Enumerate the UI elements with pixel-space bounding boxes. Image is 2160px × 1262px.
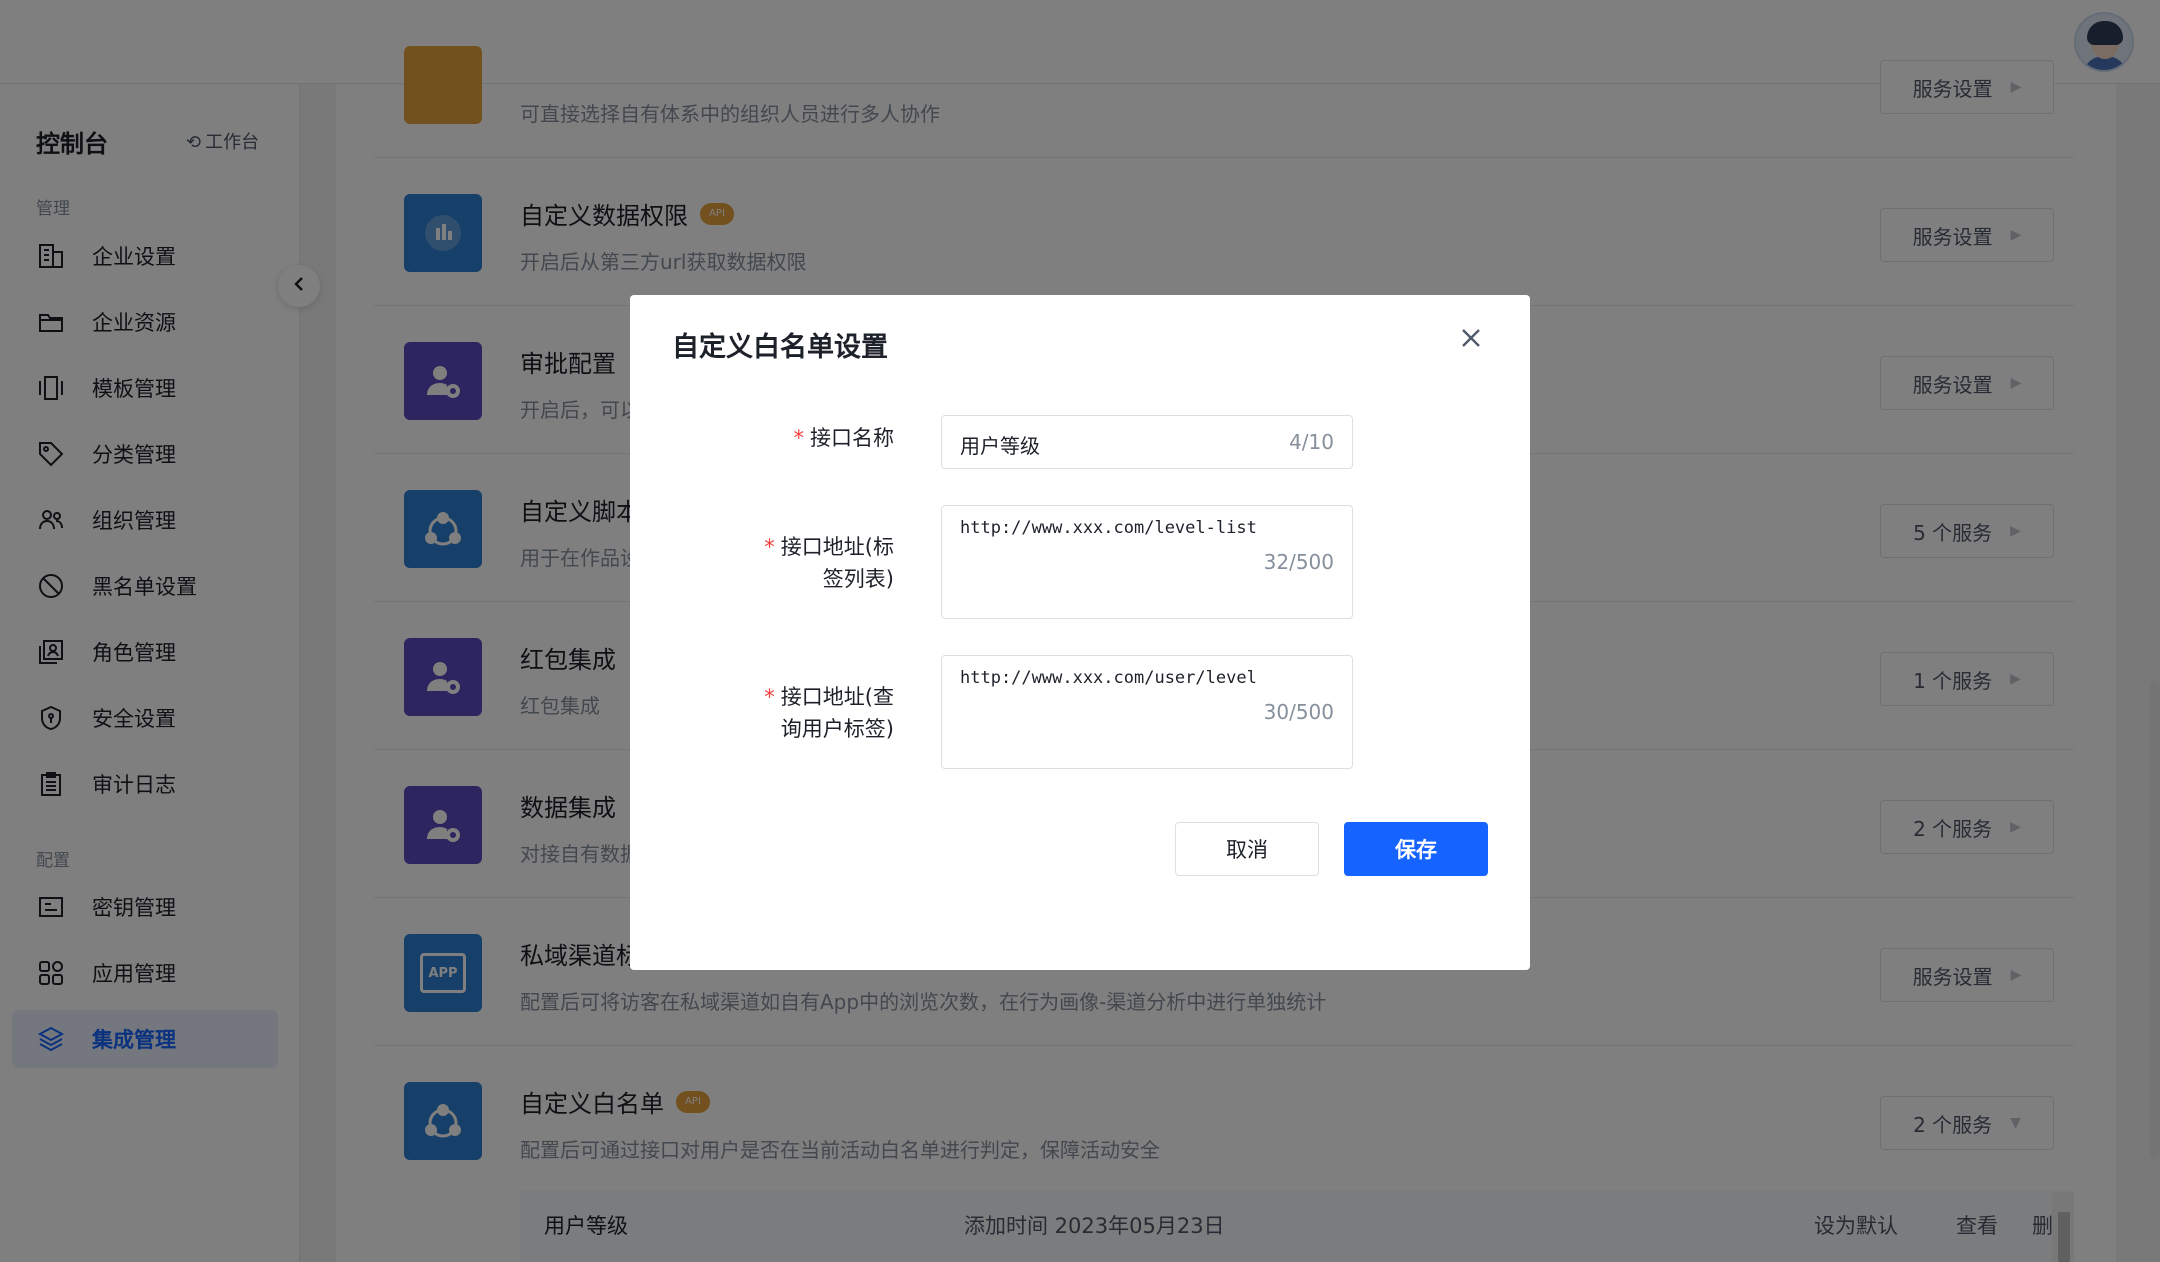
interface-name-input[interactable]: 用户等级 4/10	[941, 415, 1353, 469]
char-counter: 4/10	[1289, 430, 1334, 454]
tag-list-url-textarea[interactable]: http://www.xxx.com/level-list 32/500	[941, 505, 1353, 619]
field-label-text: 询用户标签)	[780, 717, 894, 741]
whitelist-settings-dialog: 自定义白名单设置 * 接口名称 用户等级 4/10 * 接口地址(标 签列表) ht…	[630, 295, 1530, 970]
user-tag-url-textarea[interactable]: http://www.xxx.com/user/level 30/500	[941, 655, 1353, 769]
textarea-value: http://www.xxx.com/level-list	[960, 518, 1257, 538]
required-asterisk: *	[764, 685, 775, 709]
field-label-text: 接口名称	[810, 426, 894, 450]
field-label-text: 签列表)	[822, 567, 894, 591]
close-button[interactable]	[1456, 325, 1486, 355]
cancel-button[interactable]: 取消	[1175, 822, 1319, 876]
save-button[interactable]: 保存	[1344, 822, 1488, 876]
tag-list-url-label: * 接口地址(标 签列表)	[674, 531, 894, 595]
char-counter: 30/500	[1263, 700, 1334, 724]
user-tag-url-label: * 接口地址(查 询用户标签)	[674, 681, 894, 745]
required-asterisk: *	[764, 535, 775, 559]
field-label-text: 接口地址(标	[780, 535, 894, 559]
interface-name-label: * 接口名称	[674, 422, 895, 454]
required-asterisk: *	[793, 426, 805, 450]
dialog-title: 自定义白名单设置	[672, 332, 888, 363]
textarea-value: http://www.xxx.com/user/level	[960, 668, 1257, 688]
close-icon	[1460, 327, 1482, 353]
input-value: 用户等级	[960, 434, 1040, 458]
char-counter: 32/500	[1263, 550, 1334, 574]
field-label-text: 接口地址(查	[780, 685, 894, 709]
